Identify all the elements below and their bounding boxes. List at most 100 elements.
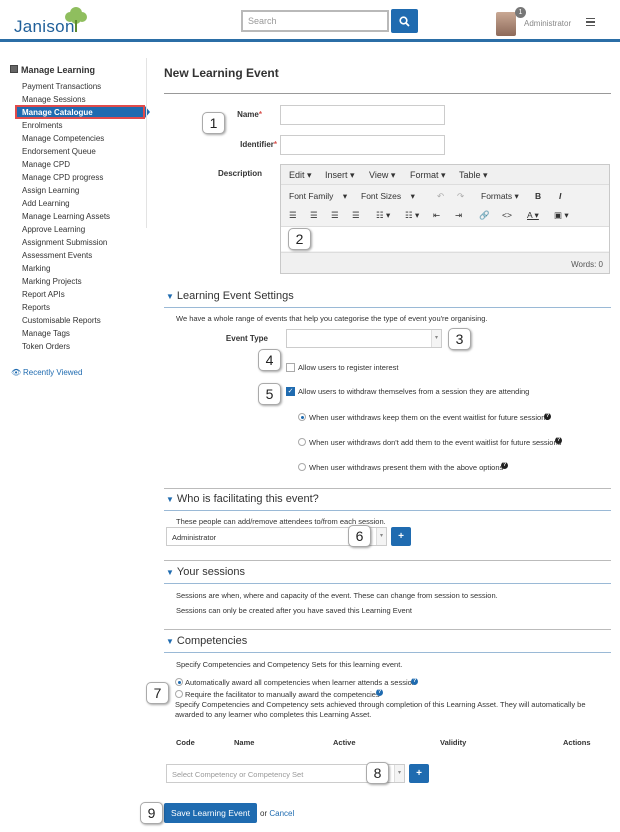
sidebar-item-assignment-submission[interactable]: Assignment Submission <box>22 238 107 247</box>
numbered-list-icon[interactable]: ☷ ▾ <box>405 207 419 223</box>
formats-label: Formats <box>481 191 513 201</box>
redo-icon[interactable]: ↷ <box>457 188 464 204</box>
sidebar-item-manage-cpd-progress[interactable]: Manage CPD progress <box>22 173 103 182</box>
font-sizes-dropdown[interactable]: Font Sizes ▾ <box>361 188 415 204</box>
sidebar-item-token-orders[interactable]: Token Orders <box>22 342 70 351</box>
align-left-icon[interactable]: ☰ <box>289 207 297 223</box>
competencies-intro: Specify Competencies and Competency Sets… <box>176 660 403 669</box>
menu-label: View <box>369 170 389 180</box>
user-name[interactable]: Administrator <box>524 19 571 28</box>
sessions-section-header[interactable]: ▼ Your sessions <box>166 566 245 578</box>
settings-section-header[interactable]: ▼ Learning Event Settings <box>166 290 294 302</box>
sidebar-item-payment-transactions[interactable]: Payment Transactions <box>22 82 101 91</box>
help-icon[interactable]: ? <box>501 462 508 469</box>
hamburger-menu-icon[interactable] <box>586 18 595 26</box>
facilitating-title: Who is facilitating this event? <box>176 493 319 505</box>
sessions-top-rule <box>164 560 611 561</box>
sidebar-item-customisable-reports[interactable]: Customisable Reports <box>22 316 101 325</box>
editor-menu-format[interactable]: Format ▾ <box>410 170 446 181</box>
chevron-down-icon: ▼ <box>166 292 174 301</box>
facilitating-top-rule <box>164 488 611 489</box>
top-header: Janison Search 1 Administrator <box>0 0 620 42</box>
sidebar-item-assign-learning[interactable]: Assign Learning <box>22 186 79 195</box>
sidebar-item-assessment-events[interactable]: Assessment Events <box>22 251 92 260</box>
link-icon[interactable]: 🔗 <box>479 207 490 223</box>
allow-withdraw-checkbox[interactable]: ✓ <box>286 387 295 396</box>
add-competency-button[interactable]: + <box>409 764 429 783</box>
competencies-top-rule <box>164 629 611 630</box>
callout-2: 2 <box>288 228 311 250</box>
sessions-line-2: Sessions can only be created after you h… <box>176 606 412 615</box>
search-input[interactable]: Search <box>241 10 389 32</box>
withdraw-option-radio-2[interactable] <box>298 438 306 446</box>
italic-button[interactable]: I <box>559 188 561 204</box>
competencies-title: Competencies <box>176 635 248 647</box>
sidebar-item-report-apis[interactable]: Report APIs <box>22 290 65 299</box>
sidebar-item-endorsement-queue[interactable]: Endorsement Queue <box>22 147 96 156</box>
sidebar-item-enrolments[interactable]: Enrolments <box>22 121 62 130</box>
chevron-down-icon: ▾ <box>431 330 441 347</box>
sidebar-item-approve-learning[interactable]: Approve Learning <box>22 225 85 234</box>
help-icon[interactable]: ? <box>544 413 551 420</box>
help-icon[interactable]: ? <box>555 437 562 444</box>
editor-menu-edit[interactable]: Edit ▾ <box>289 170 312 181</box>
callout-3: 3 <box>448 328 471 350</box>
editor-status-bar: Words: 0 <box>281 252 609 273</box>
code-icon[interactable]: <> <box>502 207 512 223</box>
editor-menu-view[interactable]: View ▾ <box>369 170 395 181</box>
sidebar-item-manage-competencies[interactable]: Manage Competencies <box>22 134 104 143</box>
title-divider <box>164 93 611 94</box>
editor-content-area[interactable] <box>281 226 609 251</box>
callout-7: 7 <box>146 682 169 704</box>
save-learning-event-button[interactable]: Save Learning Event <box>164 803 257 823</box>
sidebar-item-marking[interactable]: Marking <box>22 264 50 273</box>
text-color-icon[interactable]: A ▾ <box>527 207 539 223</box>
name-field[interactable] <box>280 105 445 125</box>
chevron-down-icon: ▼ <box>166 637 174 646</box>
outdent-icon[interactable]: ⇤ <box>433 207 440 223</box>
bold-button[interactable]: B <box>535 188 541 204</box>
bullet-list-icon[interactable]: ☷ ▾ <box>376 207 390 223</box>
competencies-note-line-1: Specify Competencies and Competency sets… <box>175 700 586 709</box>
align-right-icon[interactable]: ☰ <box>331 207 339 223</box>
column-header-validity: Validity <box>440 738 467 747</box>
competency-manual-radio[interactable] <box>175 690 183 698</box>
font-sizes-label: Font Sizes <box>361 191 402 201</box>
facilitating-section-header[interactable]: ▼ Who is facilitating this event? <box>166 493 319 505</box>
sidebar-item-manage-tags[interactable]: Manage Tags <box>22 329 70 338</box>
sidebar-item-marking-projects[interactable]: Marking Projects <box>22 277 82 286</box>
help-icon[interactable]: ? <box>411 678 418 685</box>
align-center-icon[interactable]: ☰ <box>310 207 318 223</box>
recently-viewed-link[interactable]: Recently Viewed <box>23 368 82 377</box>
logo-text[interactable]: Janison <box>14 17 75 37</box>
sidebar-item-add-learning[interactable]: Add Learning <box>22 199 70 208</box>
avatar[interactable] <box>496 12 516 36</box>
search-button[interactable] <box>391 9 418 33</box>
align-justify-icon[interactable]: ☰ <box>352 207 360 223</box>
withdraw-option-radio-1[interactable] <box>298 413 306 421</box>
background-color-icon[interactable]: ▣ ▾ <box>554 207 569 223</box>
undo-icon[interactable]: ↶ <box>437 188 444 204</box>
sidebar-item-manage-cpd[interactable]: Manage CPD <box>22 160 70 169</box>
competencies-section-header[interactable]: ▼ Competencies <box>166 635 247 647</box>
editor-menu-table[interactable]: Table ▾ <box>459 170 488 181</box>
add-facilitator-button[interactable]: + <box>391 527 411 546</box>
withdraw-option-radio-3[interactable] <box>298 463 306 471</box>
sidebar-item-reports[interactable]: Reports <box>22 303 50 312</box>
identifier-field[interactable] <box>280 135 445 155</box>
competency-auto-radio[interactable] <box>175 678 183 686</box>
identifier-label-text: Identifier <box>240 140 274 149</box>
sidebar-item-manage-sessions[interactable]: Manage Sessions <box>22 95 86 104</box>
font-family-dropdown[interactable]: Font Family ▾ <box>289 188 347 204</box>
cancel-link[interactable]: Cancel <box>269 809 294 818</box>
editor-menu-insert[interactable]: Insert ▾ <box>325 170 355 181</box>
help-icon[interactable]: ? <box>376 689 383 696</box>
callout-4: 4 <box>258 349 281 371</box>
event-type-select[interactable] <box>286 329 442 348</box>
register-interest-checkbox[interactable] <box>286 363 295 372</box>
formats-dropdown[interactable]: Formats ▾ <box>481 188 519 204</box>
sidebar-item-manage-learning-assets[interactable]: Manage Learning Assets <box>22 212 110 221</box>
sidebar-item-manage-catalogue[interactable]: Manage Catalogue <box>22 108 93 117</box>
notification-badge[interactable]: 1 <box>515 7 526 18</box>
indent-icon[interactable]: ⇥ <box>455 207 462 223</box>
